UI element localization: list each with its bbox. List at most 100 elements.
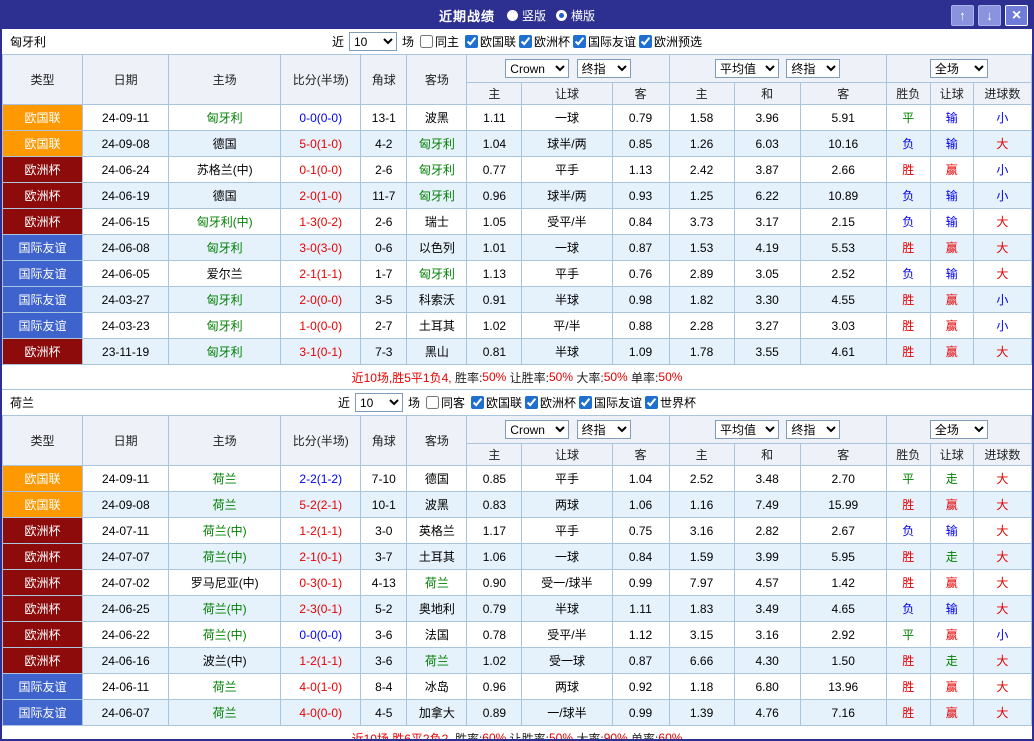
competition-checkbox-input[interactable] [471, 396, 484, 409]
result-cell: 胜 [886, 648, 930, 674]
scope-select[interactable]: 全场 [930, 420, 988, 439]
goals-result-cell: 大 [973, 235, 1031, 261]
eu-draw-odds: 3.30 [734, 287, 800, 313]
ah-away-odds: 1.04 [612, 466, 669, 492]
competition-checkbox[interactable]: 国际友谊 [576, 394, 642, 411]
ah-result-cell: 输 [930, 596, 973, 622]
summary-segment: 胜率: [452, 369, 483, 386]
match-score: 3-1(0-1) [281, 339, 361, 365]
eu-away-odds: 2.15 [800, 209, 886, 235]
summary-segment: 单率: [628, 369, 659, 386]
eu-away-odds: 7.16 [800, 700, 886, 726]
result-cell: 胜 [886, 339, 930, 365]
competition-checkbox[interactable]: 欧洲杯 [516, 33, 570, 50]
match-row: 欧洲杯 24-06-25 荷兰(中) 2-3(0-1) 5-2 奥地利 0.79… [3, 596, 1032, 622]
scope-controls: 全场 [886, 416, 1031, 444]
close-button[interactable]: × [1005, 5, 1028, 26]
ah-source-select[interactable]: Crown [505, 420, 569, 439]
scroll-down-button[interactable]: ↓ [978, 5, 1001, 26]
competition-checkbox[interactable]: 欧洲预选 [636, 33, 702, 50]
column-subheader: 主 [669, 83, 734, 105]
goals-result-cell: 大 [973, 492, 1031, 518]
radio-horizontal-label: 横版 [571, 7, 595, 24]
ah-result-cell: 赢 [930, 570, 973, 596]
column-header: 客场 [407, 416, 467, 466]
match-score: 0-0(0-0) [281, 105, 361, 131]
eu-away-odds: 13.96 [800, 674, 886, 700]
corner-score: 2-7 [361, 313, 407, 339]
same-venue-checkbox[interactable]: 同主 [417, 33, 459, 50]
eu-away-odds: 2.67 [800, 518, 886, 544]
away-team: 土耳其 [407, 544, 467, 570]
goals-result-cell: 大 [973, 544, 1031, 570]
ah-line: 半球 [522, 339, 612, 365]
match-count-select[interactable]: 10 [349, 32, 397, 51]
eu-stage-select[interactable]: 终指 [786, 59, 840, 78]
scroll-up-button[interactable]: ↑ [951, 5, 974, 26]
matches-unit-label: 场 [402, 33, 414, 50]
ah-source-select[interactable]: Crown [505, 59, 569, 78]
match-score: 0-0(0-0) [281, 622, 361, 648]
ah-line: 两球 [522, 492, 612, 518]
eu-stage-select[interactable]: 终指 [786, 420, 840, 439]
ah-stage-select[interactable]: 终指 [577, 420, 631, 439]
result-cell: 负 [886, 518, 930, 544]
ah-line: 球半/两 [522, 183, 612, 209]
same-venue-checkbox[interactable]: 同客 [423, 394, 465, 411]
competition-checkbox-input[interactable] [519, 35, 532, 48]
eu-draw-odds: 6.80 [734, 674, 800, 700]
summary-segment: 单率: [628, 730, 659, 741]
competition-checkbox[interactable]: 国际友谊 [570, 33, 636, 50]
ah-line: 一球 [522, 105, 612, 131]
competition-checkbox-input[interactable] [525, 396, 538, 409]
eu-away-odds: 10.16 [800, 131, 886, 157]
competition-checkbox[interactable]: 世界杯 [642, 394, 696, 411]
competition-checkbox[interactable]: 欧国联 [468, 394, 522, 411]
ah-away-odds: 0.79 [612, 105, 669, 131]
scope-select[interactable]: 全场 [930, 59, 988, 78]
competition-checkbox[interactable]: 欧国联 [462, 33, 516, 50]
summary-row: 近10场,胜6平2负2, 胜率:60% 让胜率:50% 大率:90% 单率:60… [2, 726, 1032, 741]
column-header: 主场 [169, 55, 281, 105]
ah-result-cell: 赢 [930, 287, 973, 313]
competition-checkbox-input[interactable] [645, 396, 658, 409]
same-venue-checkbox-input[interactable] [426, 396, 439, 409]
ah-line: 平手 [522, 518, 612, 544]
eu-home-odds: 1.18 [669, 674, 734, 700]
competition-checkbox-input[interactable] [579, 396, 592, 409]
competition-checkbox-input[interactable] [465, 35, 478, 48]
stats-table: 类型 日期 主场 比分(半场) 角球 客场 Crown 终指 平均值 终指 [2, 54, 1032, 365]
layout-option-horizontal[interactable]: 横版 [556, 7, 595, 24]
competition-label: 欧国联 [480, 33, 516, 50]
eu-source-select[interactable]: 平均值 [715, 420, 779, 439]
goals-result-cell: 小 [973, 287, 1031, 313]
match-count-select[interactable]: 10 [355, 393, 403, 412]
layout-option-vertical[interactable]: 竖版 [507, 7, 546, 24]
result-cell: 负 [886, 596, 930, 622]
match-score: 1-2(1-1) [281, 518, 361, 544]
home-team: 荷兰 [169, 466, 281, 492]
match-score: 5-2(2-1) [281, 492, 361, 518]
eu-away-odds: 4.55 [800, 287, 886, 313]
away-team: 冰岛 [407, 674, 467, 700]
match-row: 欧洲杯 24-06-22 荷兰(中) 0-0(0-0) 3-6 法国 0.78 … [3, 622, 1032, 648]
away-team: 波黑 [407, 105, 467, 131]
same-venue-label: 同主 [435, 33, 459, 50]
ah-stage-select[interactable]: 终指 [577, 59, 631, 78]
eu-draw-odds: 6.03 [734, 131, 800, 157]
summary-segment: 50% [549, 731, 573, 741]
competition-checkbox-input[interactable] [573, 35, 586, 48]
away-team: 以色列 [407, 235, 467, 261]
summary-row: 近10场,胜5平1负4, 胜率:50% 让胜率:50% 大率:50% 单率:50… [2, 365, 1032, 390]
eu-away-odds: 2.70 [800, 466, 886, 492]
eu-source-select[interactable]: 平均值 [715, 59, 779, 78]
eu-home-odds: 7.97 [669, 570, 734, 596]
match-score: 4-0(1-0) [281, 674, 361, 700]
competition-badge: 欧洲杯 [3, 544, 83, 570]
ah-away-odds: 0.88 [612, 313, 669, 339]
competition-checkbox-input[interactable] [639, 35, 652, 48]
competition-label: 欧洲预选 [654, 33, 702, 50]
goals-result-cell: 大 [973, 261, 1031, 287]
competition-checkbox[interactable]: 欧洲杯 [522, 394, 576, 411]
same-venue-checkbox-input[interactable] [420, 35, 433, 48]
